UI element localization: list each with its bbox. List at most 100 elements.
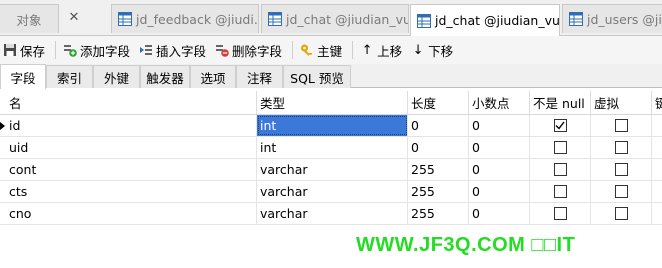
fields-grid: 名 类型 长度 小数点 不是 null 虚拟 键 idint00uidint00… (0, 89, 662, 225)
field-decimals-cell[interactable]: 0 (469, 159, 530, 180)
virtual-checkbox[interactable] (614, 119, 628, 132)
field-name-cell[interactable]: cont (6, 159, 257, 180)
tab-label: jd_chat @jiudian_vu... (435, 13, 560, 28)
move-down-button[interactable]: ↓ 下移 (408, 38, 459, 62)
not-null-cell[interactable] (530, 203, 591, 224)
field-type-cell[interactable]: int (257, 137, 408, 158)
key-cell[interactable] (652, 203, 662, 224)
field-length-cell[interactable]: 255 (408, 181, 469, 202)
tab-jd-feedback[interactable]: jd_feedback @jiudi... (111, 4, 259, 33)
tab-jd-chat-active[interactable]: jd_chat @jiudian_vu... (410, 4, 560, 36)
delete-field-button[interactable]: 删除字段 (212, 38, 288, 62)
tab-label: jd_chat @jiudian_vu... (286, 11, 408, 27)
column-header-not-null[interactable]: 不是 null (530, 91, 591, 114)
column-header-type[interactable]: 类型 (257, 91, 408, 114)
tab-fields[interactable]: 字段 (0, 64, 46, 89)
field-length-cell[interactable]: 255 (408, 203, 469, 224)
field-decimals-cell[interactable]: 0 (469, 137, 530, 158)
tab-fields-label: 字段 (10, 70, 36, 86)
field-name-cell[interactable]: cts (6, 181, 257, 202)
field-decimals-cell[interactable]: 0 (469, 115, 530, 136)
save-icon (4, 44, 16, 56)
tab-foreign-keys[interactable]: 外键 (93, 65, 140, 88)
field-type-cell[interactable]: int (257, 115, 408, 136)
tab-triggers[interactable]: 触发器 (140, 65, 190, 88)
key-cell[interactable] (652, 159, 662, 180)
tab-options-label: 选项 (200, 70, 226, 86)
not-null-checkbox[interactable] (553, 119, 567, 132)
virtual-cell[interactable] (591, 137, 652, 158)
toolbar-divider (55, 41, 57, 59)
field-length-cell[interactable]: 255 (408, 159, 469, 180)
virtual-checkbox[interactable] (614, 163, 628, 176)
table-row[interactable]: cont varchar 255 0 (0, 159, 662, 181)
toolbar-divider (352, 41, 354, 59)
column-header-length[interactable]: 长度 (408, 91, 469, 114)
toolbar: 保存 添加字段 插入字段 删除字段 主键 ↑ 上移 ↓ 下移 (0, 36, 662, 64)
column-header-name[interactable]: 名 (6, 91, 257, 114)
table-icon (268, 12, 282, 26)
virtual-checkbox[interactable] (614, 185, 628, 198)
key-cell[interactable] (652, 115, 662, 136)
table-icon (417, 13, 431, 28)
tab-objects[interactable]: 对象 (0, 4, 59, 33)
table-row[interactable]: cno varchar 255 0 (0, 203, 662, 225)
field-length-cell[interactable]: 0 (408, 137, 469, 158)
tab-options[interactable]: 选项 (190, 65, 236, 88)
add-field-label: 添加字段 (80, 43, 131, 59)
not-null-cell[interactable] (530, 181, 591, 202)
add-field-button[interactable]: 添加字段 (60, 38, 136, 62)
field-decimals-cell[interactable]: 0 (469, 203, 530, 224)
tab-jd-users[interactable]: jd_users @ji (562, 4, 662, 33)
save-label: 保存 (20, 43, 46, 59)
not-null-checkbox[interactable] (553, 163, 567, 176)
field-decimals-cell[interactable]: 0 (469, 181, 530, 202)
virtual-cell[interactable] (591, 115, 652, 136)
insert-field-icon (140, 45, 153, 55)
virtual-checkbox[interactable] (614, 141, 628, 154)
tab-objects-label: 对象 (16, 12, 42, 28)
key-cell[interactable] (652, 137, 662, 158)
primary-key-label: 主键 (317, 43, 343, 59)
move-up-button[interactable]: ↑ 上移 (357, 38, 408, 62)
virtual-cell[interactable] (591, 203, 652, 224)
primary-key-button[interactable]: 主键 (297, 38, 348, 62)
field-type-cell[interactable]: varchar (257, 181, 408, 202)
field-length-cell[interactable]: 0 (408, 115, 469, 136)
insert-field-button[interactable]: 插入字段 (136, 38, 212, 62)
field-type-cell[interactable]: varchar (257, 203, 408, 224)
column-header-decimals[interactable]: 小数点 (469, 91, 530, 114)
table-row[interactable]: uid int 0 0 (0, 137, 662, 159)
field-name-cell[interactable]: uid (6, 137, 257, 158)
close-icon[interactable]: ✕ (66, 9, 82, 25)
column-header-key[interactable]: 键 (652, 91, 662, 114)
tab-sql-preview[interactable]: SQL 预览 (283, 65, 351, 88)
not-null-cell[interactable] (530, 137, 591, 158)
virtual-checkbox[interactable] (614, 207, 628, 220)
tab-sql-preview-label: SQL 预览 (290, 70, 344, 86)
not-null-cell[interactable] (530, 159, 591, 180)
not-null-checkbox[interactable] (553, 185, 567, 198)
table-icon (569, 12, 583, 26)
field-type-cell[interactable]: varchar (257, 159, 408, 180)
save-button[interactable]: 保存 (0, 38, 51, 62)
field-name-cell[interactable]: id (6, 115, 257, 136)
tab-jd-chat[interactable]: jd_chat @jiudian_vu... (261, 4, 409, 33)
not-null-checkbox[interactable] (553, 141, 567, 154)
table-row[interactable]: id int 0 0 (0, 115, 662, 137)
tab-indexes[interactable]: 索引 (46, 65, 93, 88)
field-name-cell[interactable]: cno (6, 203, 257, 224)
table-row[interactable]: cts varchar 255 0 (0, 181, 662, 203)
virtual-cell[interactable] (591, 159, 652, 180)
column-header-virtual[interactable]: 虚拟 (591, 91, 652, 114)
not-null-cell[interactable] (530, 115, 591, 136)
move-down-label: 下移 (428, 43, 454, 59)
check-icon (555, 121, 565, 130)
toolbar-divider (292, 41, 294, 59)
delete-field-label: 删除字段 (232, 43, 283, 59)
key-cell[interactable] (652, 181, 662, 202)
watermark: WWW.JF3Q.COM □□IT (356, 234, 576, 256)
tab-comment[interactable]: 注释 (236, 65, 283, 88)
virtual-cell[interactable] (591, 181, 652, 202)
not-null-checkbox[interactable] (553, 207, 567, 220)
